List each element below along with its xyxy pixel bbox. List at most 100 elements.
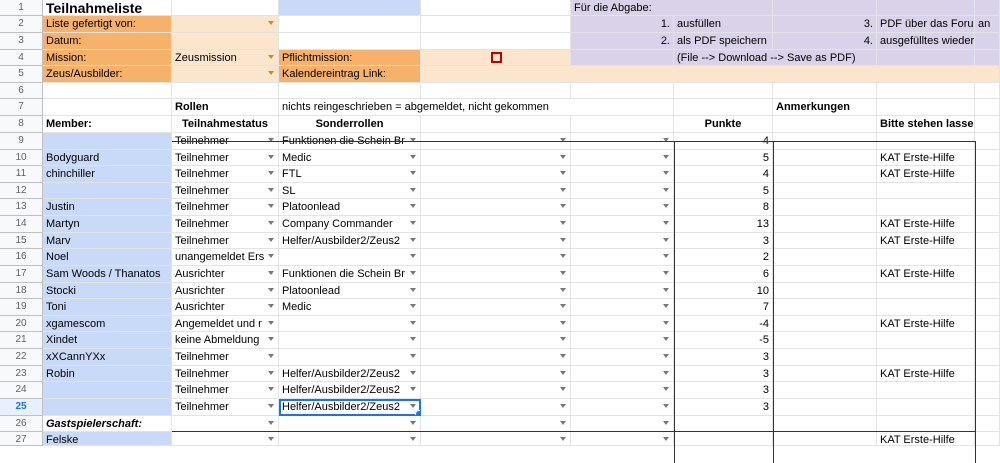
status-select[interactable]: Teilnehmer <box>172 166 279 183</box>
dropdown-arrow-icon[interactable] <box>663 421 669 425</box>
dropdown-arrow-icon[interactable] <box>560 271 566 275</box>
kalender-link-input[interactable] <box>421 66 1000 83</box>
cell[interactable] <box>773 349 877 366</box>
dropdown-arrow-icon[interactable] <box>560 204 566 208</box>
dropdown-arrow-icon[interactable] <box>560 188 566 192</box>
row-header[interactable]: 17 <box>0 266 43 283</box>
punkte-value[interactable]: 3 <box>674 233 773 249</box>
punkte-value[interactable]: 8 <box>674 199 773 216</box>
abgabe-step-num[interactable]: 1. <box>571 16 674 33</box>
member-note[interactable] <box>877 283 975 299</box>
punkte-value[interactable]: 4 <box>674 166 773 183</box>
member-name[interactable]: Sam Woods / Thanatos <box>43 266 172 283</box>
abgabe-step-num[interactable]: 2. <box>571 33 674 50</box>
status-select[interactable]: Teilnehmer <box>172 183 279 199</box>
status-select[interactable]: unangemeldet Ers <box>172 249 279 266</box>
row-header[interactable]: 18 <box>0 283 43 299</box>
abgabe-step-text[interactable]: an <box>975 16 1000 33</box>
extra-role-select[interactable] <box>571 349 674 366</box>
sonder-header[interactable]: Sonderrollen <box>279 116 421 133</box>
member-note[interactable]: KAT Erste-Hilfe <box>877 150 975 166</box>
cell[interactable] <box>975 349 1000 366</box>
dropdown-arrow-icon[interactable] <box>560 321 566 325</box>
cell[interactable] <box>773 249 877 266</box>
dropdown-arrow-icon[interactable] <box>663 437 669 441</box>
dropdown-arrow-icon[interactable] <box>268 204 274 208</box>
cell[interactable] <box>279 33 421 50</box>
cell[interactable] <box>975 283 1000 299</box>
cell[interactable] <box>975 432 1000 446</box>
cell[interactable] <box>877 0 975 16</box>
member-name[interactable]: Robin <box>43 366 172 382</box>
dropdown-arrow-icon[interactable] <box>410 404 416 408</box>
row-header[interactable]: 14 <box>0 216 43 233</box>
member-note[interactable] <box>877 382 975 399</box>
member-note[interactable] <box>877 299 975 316</box>
dropdown-arrow-icon[interactable] <box>663 155 669 159</box>
row-header[interactable]: 2 <box>0 16 43 33</box>
dropdown-arrow-icon[interactable] <box>268 321 274 325</box>
extra-role-select[interactable] <box>421 266 571 283</box>
cell[interactable] <box>279 0 421 16</box>
row-header[interactable]: 8 <box>0 116 43 133</box>
dropdown-arrow-icon[interactable] <box>663 271 669 275</box>
cell[interactable] <box>773 332 877 349</box>
cell[interactable] <box>674 416 773 432</box>
cell[interactable] <box>975 233 1000 249</box>
dropdown-arrow-icon[interactable] <box>410 204 416 208</box>
cell[interactable] <box>975 316 1000 332</box>
cell[interactable] <box>877 83 975 99</box>
dropdown-arrow-icon[interactable] <box>268 337 274 341</box>
status-select[interactable]: Teilnehmer <box>172 382 279 399</box>
sonder-select[interactable]: Platoonlead <box>279 283 421 299</box>
punkte-value[interactable]: 7 <box>674 299 773 316</box>
cell[interactable] <box>975 99 1000 116</box>
punkte-value[interactable]: 3 <box>674 382 773 399</box>
dropdown-arrow-icon[interactable] <box>663 254 669 258</box>
dropdown-arrow-icon[interactable] <box>410 254 416 258</box>
dropdown-arrow-icon[interactable] <box>560 337 566 341</box>
abgabe-step-num[interactable]: 3. <box>773 16 877 33</box>
pflichtmission-cell[interactable] <box>421 50 571 66</box>
row-header[interactable]: 21 <box>0 332 43 349</box>
abgabe-step-text[interactable]: ausfüllen <box>674 16 773 33</box>
note-text[interactable]: nichts reingeschrieben = abgemeldet, nic… <box>279 99 674 116</box>
cell[interactable] <box>975 216 1000 233</box>
cell[interactable] <box>975 116 1000 133</box>
member-note[interactable] <box>877 199 975 216</box>
status-select[interactable]: keine Abmeldung <box>172 332 279 349</box>
sonder-select[interactable]: Company Commander <box>279 216 421 233</box>
row-header[interactable]: 16 <box>0 249 43 266</box>
cell[interactable] <box>773 199 877 216</box>
cell[interactable] <box>421 116 571 133</box>
cell[interactable] <box>773 366 877 382</box>
abgabe-step-text[interactable] <box>877 50 975 66</box>
dropdown-arrow-icon[interactable] <box>560 304 566 308</box>
dropdown-arrow-icon[interactable] <box>268 188 274 192</box>
cell[interactable] <box>773 116 877 133</box>
sheet-title[interactable]: Teilnahmeliste <box>43 0 172 16</box>
member-note[interactable]: KAT Erste-Hilfe <box>877 216 975 233</box>
extra-role-select[interactable] <box>421 299 571 316</box>
abgabe-step-text[interactable]: ausgefülltes wieder lösc <box>877 33 975 50</box>
member-name[interactable] <box>43 399 172 416</box>
cell[interactable] <box>773 299 877 316</box>
row-header[interactable]: 25 <box>0 399 43 416</box>
cell[interactable] <box>975 249 1000 266</box>
cell[interactable] <box>773 432 877 446</box>
dropdown-arrow-icon[interactable] <box>410 304 416 308</box>
extra-role-select[interactable] <box>571 183 674 199</box>
extra-role-select[interactable] <box>571 366 674 382</box>
bitte-header[interactable]: Bitte stehen lassen! <box>877 116 975 133</box>
punkte-value[interactable]: -4 <box>674 316 773 332</box>
punkte-value[interactable]: -5 <box>674 332 773 349</box>
extra-role-select[interactable] <box>571 233 674 249</box>
dropdown-arrow-icon[interactable] <box>268 437 274 441</box>
cell[interactable] <box>773 416 877 432</box>
cell[interactable] <box>421 83 571 99</box>
cell[interactable] <box>773 399 877 416</box>
row-header[interactable]: 26 <box>0 416 43 432</box>
abgabe-step-text[interactable]: (File --> Download --> Save as PDF) <box>674 50 877 66</box>
status-select[interactable]: Ausrichter <box>172 283 279 299</box>
dropdown-arrow-icon[interactable] <box>268 55 274 59</box>
